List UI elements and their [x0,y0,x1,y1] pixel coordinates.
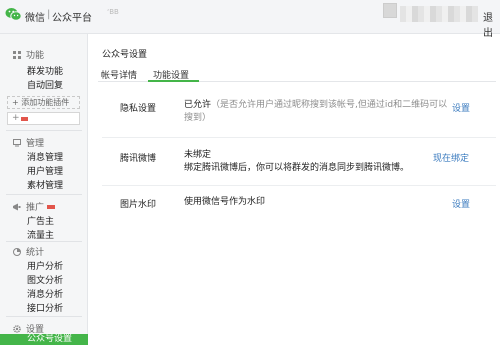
sidebar-item-users[interactable]: 用户管理 [27,164,63,177]
sidebar-item-article-analysis[interactable]: 图文分析 [27,273,63,286]
watermark-settings-link[interactable]: 设置 [452,197,470,210]
sidebar-item-messages[interactable]: 消息管理 [27,150,63,163]
new-badge [21,117,28,121]
megaphone-icon [13,203,21,210]
brand-separator: | [47,9,51,20]
row-status: 未绑定 [184,150,212,160]
logout-link[interactable]: 退出 [483,9,500,39]
sidebar-heading-promote: 推广 [13,200,56,213]
tab-bar: 帐号详情 功能设置 [98,64,496,82]
sidebar-divider [6,130,82,131]
platform-subtitle: ‘BB [107,8,119,16]
plugin-slot[interactable]: + [7,112,80,125]
row-description-cont: 搜到） [184,113,212,123]
monitor-icon [13,138,21,146]
row-label: 图片水印 [120,200,157,210]
sidebar-item-broadcast[interactable]: 群发功能 [27,64,63,77]
sidebar-item-user-analysis[interactable]: 用户分析 [27,259,63,272]
chart-icon [13,247,21,256]
row-status: 已允许 [184,100,212,110]
sidebar-heading-stats: 统计 [13,245,44,258]
platform-title: 公众平台 [52,13,92,24]
row-description: （是否允许用户通过昵称搜到该帐号,但通过id和二维码可以 [211,100,448,110]
add-plugin-button[interactable]: + 添加功能插件 [7,96,80,109]
active-tab-indicator [148,80,199,82]
settings-row-weibo: 腾讯微博 未绑定 绑定腾讯微博后，你可以将群发的消息同步到腾讯微博。 现在绑定 [102,138,496,186]
row-label: 腾讯微博 [120,154,157,164]
sidebar-heading-label: 功能 [26,51,45,61]
sidebar-item-account-settings[interactable]: 公众号设置 [0,334,88,345]
sidebar: 功能 群发功能 自动回复 + 添加功能插件 + 管理 消息管理 用户管理 素材管… [0,34,88,345]
wechat-logo-icon[interactable] [5,7,22,22]
row-description: 绑定腾讯微博后，你可以将群发的消息同步到腾讯微博。 [184,163,410,173]
sidebar-item-auto-reply[interactable]: 自动回复 [27,78,63,91]
avatar[interactable] [383,3,397,18]
tab-account-details[interactable]: 帐号详情 [101,68,137,81]
sidebar-item-message-analysis[interactable]: 消息分析 [27,287,63,300]
page-title: 公众号设置 [102,50,148,60]
account-name-blurred[interactable] [400,6,478,22]
sidebar-item-api-analysis[interactable]: 接口分析 [27,301,63,314]
sidebar-divider [6,241,82,242]
row-value: 未绑定 绑定腾讯微博后，你可以将群发的消息同步到腾讯微博。 [184,149,409,175]
row-status: 使用微信号作为水印 [184,197,266,207]
sidebar-heading-label: 推广 [26,203,45,213]
plus-icon: + [12,113,20,123]
sidebar-divider [6,316,82,317]
sidebar-heading-label: 统计 [26,248,45,258]
brand-name: 微信 [25,13,45,24]
gear-icon [13,324,21,333]
sidebar-heading-label: 管理 [26,139,45,149]
top-bar: 微信 | 公众平台 ‘BB 退出 [0,0,500,39]
sidebar-item-advertiser[interactable]: 广告主 [27,214,54,227]
sidebar-heading-function: 功能 [13,48,44,61]
sidebar-item-materials[interactable]: 素材管理 [27,178,63,191]
row-label: 隐私设置 [120,104,157,114]
sidebar-item-publisher[interactable]: 流量主 [27,228,54,241]
privacy-settings-link[interactable]: 设置 [452,101,470,114]
row-value: 已允许（是否允许用户通过昵称搜到该帐号,但通过id和二维码可以 搜到） [184,99,447,125]
new-badge [47,204,56,209]
grid-icon [13,50,21,59]
sidebar-heading-manage: 管理 [13,136,44,149]
settings-row-watermark: 图片水印 使用微信号作为水印 设置 [102,186,496,220]
sidebar-divider [6,194,82,195]
settings-row-privacy: 隐私设置 已允许（是否允许用户通过昵称搜到该帐号,但通过id和二维码可以 搜到）… [102,86,496,138]
bind-weibo-link[interactable]: 现在绑定 [433,151,469,164]
